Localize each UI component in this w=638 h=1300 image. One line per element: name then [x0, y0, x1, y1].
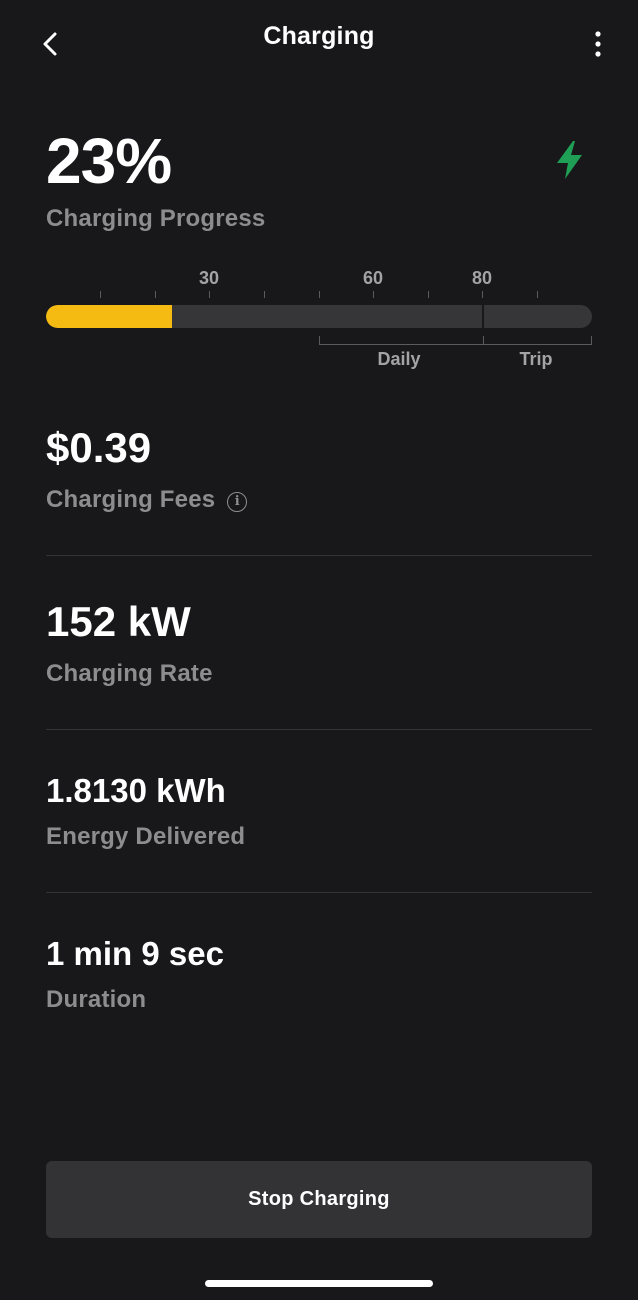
- stop-charging-button[interactable]: Stop Charging: [46, 1161, 592, 1238]
- trip-range-bracket: [483, 336, 592, 345]
- home-indicator[interactable]: [205, 1280, 433, 1287]
- duration-label: Duration: [46, 986, 147, 1013]
- scale-tick: [428, 291, 429, 298]
- page-title: Charging: [263, 22, 375, 50]
- charging-rate-value: 152 kW: [46, 598, 191, 645]
- scale-tick: [155, 291, 156, 298]
- charging-fees-value: $0.39: [46, 424, 152, 471]
- lightning-bolt-icon: [557, 141, 582, 179]
- divider: [46, 555, 592, 556]
- daily-range-bracket: [319, 336, 484, 345]
- scale-label-60: 60: [362, 268, 384, 288]
- charge-progress-fill: [46, 305, 172, 328]
- duration-value: 1 min 9 sec: [46, 935, 224, 972]
- charging-fees-label: Charging Fees: [46, 486, 216, 513]
- scale-tick: [373, 291, 374, 298]
- energy-delivered-label: Energy Delivered: [46, 823, 246, 850]
- energy-delivered-value: 1.8130 kWh: [46, 772, 226, 809]
- scale-tick: [537, 291, 538, 298]
- charging-rate-label: Charging Rate: [46, 660, 213, 687]
- trip-range-label: Trip: [519, 349, 553, 369]
- scale-tick: [264, 291, 265, 298]
- scale-tick: [482, 291, 483, 298]
- scale-tick: [209, 291, 210, 298]
- charging-progress-label: Charging Progress: [46, 205, 266, 232]
- charge-limit-marker[interactable]: [481, 305, 484, 328]
- header-bar: Charging: [0, 0, 638, 90]
- charge-percentage: 23%: [46, 125, 172, 197]
- more-vertical-icon: [595, 31, 601, 57]
- charge-progress-bar: [46, 305, 592, 328]
- scale-label-30: 30: [198, 268, 220, 288]
- daily-range-label: Daily: [377, 349, 421, 369]
- scale-tick: [100, 291, 101, 298]
- scale-tick: [319, 291, 320, 298]
- info-circle-icon[interactable]: i: [227, 491, 248, 512]
- charging-fees-row: Charging Fees i: [46, 486, 248, 514]
- more-options-button[interactable]: [586, 26, 610, 62]
- scale-label-80: 80: [471, 268, 493, 288]
- divider: [46, 729, 592, 730]
- divider: [46, 892, 592, 893]
